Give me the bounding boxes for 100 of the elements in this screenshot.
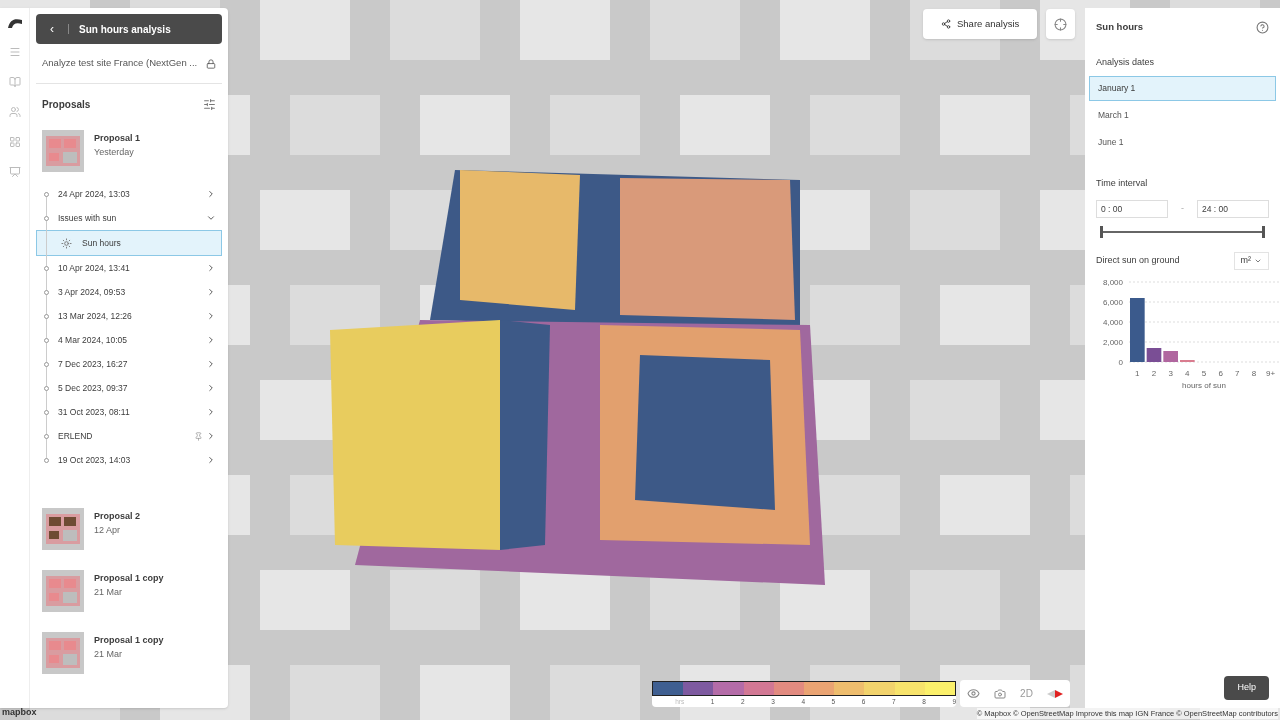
timeline-item[interactable]: ERLEND [36,424,222,448]
analysis-item[interactable]: Sun hours [36,230,222,256]
axis-tick-label: 2,000 [1102,338,1123,347]
back-button[interactable]: ‹ [46,20,58,38]
caret-icon [1254,257,1262,265]
axis-tick-label: 6 [1218,369,1223,378]
help-icon[interactable] [1256,20,1269,34]
axis-title: hours of sun [1182,381,1226,390]
timeline-label: 31 Oct 2023, 08:11 [58,405,131,419]
compass-icon[interactable] [1046,689,1063,698]
analysis-label: Sun hours [82,236,121,250]
chevron-right-icon[interactable] [206,359,216,369]
timeline-label: 7 Dec 2023, 16:27 [58,357,129,371]
chevron-right-icon[interactable] [206,431,216,441]
proposal-item[interactable]: Proposal 1 Yesterday [36,124,222,178]
help-button[interactable]: Help [1224,676,1269,700]
proposal-date: Yesterday [94,145,135,159]
chevron-right-icon[interactable] [206,311,216,321]
start-time-field[interactable]: 0 : 00 [1096,200,1168,218]
panel-title: Sun hours [1096,19,1143,34]
axis-tick-label: 9+ [1266,369,1276,378]
axis-tick-label: 4 [1185,369,1190,378]
proposal-thumbnail [42,508,84,550]
chevron-right-icon[interactable] [206,263,216,273]
filter-icon[interactable] [203,97,216,111]
share-icon [941,19,951,29]
chevron-right-icon[interactable] [206,383,216,393]
proposal-thumbnail [42,130,84,172]
menu-icon[interactable] [8,46,21,58]
timeline-label: 24 Apr 2024, 13:03 [58,187,131,201]
presentation-icon[interactable] [8,166,21,178]
proposal-thumbnail [42,632,84,674]
timeline-label: 4 Mar 2024, 10:05 [58,333,128,347]
axis-tick-label: 5 [1201,369,1207,378]
locate-button[interactable] [1046,9,1075,39]
timeline-item[interactable]: 31 Oct 2023, 08:11 [36,400,222,424]
timeline-label: 5 Dec 2023, 09:37 [58,381,129,395]
range-slider[interactable] [1100,226,1265,238]
end-time-field[interactable]: 24 : 00 [1197,200,1269,218]
timeline-item[interactable]: 24 Apr 2024, 13:03 [36,182,222,206]
axis-tick-label: 6,000 [1102,298,1123,307]
pin-icon[interactable] [194,431,203,441]
grid-icon[interactable] [8,136,21,148]
timeline-label: Issues with sun [58,211,118,225]
sun-icon [61,237,72,249]
proposal-name: Proposal 1 copy [94,572,164,585]
people-icon[interactable] [8,106,21,118]
lock-icon[interactable] [206,58,216,69]
date-option[interactable]: January 1 [1089,75,1276,101]
axis-tick-label: 8 [1251,369,1257,378]
project-name: Analyze test site France (NextGen ... [42,56,198,71]
proposal-item[interactable]: Proposal 1 copy 21 Mar [36,626,222,680]
camera-icon[interactable] [994,687,1007,700]
slider-handle[interactable] [1100,226,1103,238]
section-heading: Proposals [42,97,91,112]
range-separator: - [1180,202,1185,216]
timeline-item[interactable]: 5 Dec 2023, 09:37 [36,376,222,400]
timeline-label: 3 Apr 2024, 09:53 [58,285,127,299]
timeline-item[interactable]: 19 Oct 2023, 14:03 [36,448,222,472]
proposal-item[interactable]: Proposal 2 12 Apr [36,502,222,556]
axis-tick-label: 2 [1151,369,1157,378]
axis-tick-label: 3 [1168,369,1173,378]
date-option[interactable]: March 1 [1089,102,1276,128]
chevron-right-icon[interactable] [206,287,216,297]
timeline-item[interactable]: 4 Mar 2024, 10:05 [36,328,222,352]
section-heading: Time interval [1095,176,1149,190]
timeline-label: 10 Apr 2024, 13:41 [58,261,131,275]
proposal-date: 21 Mar [94,585,123,599]
crosshair-icon [1054,17,1067,31]
timeline-item[interactable]: 3 Apr 2024, 09:53 [36,280,222,304]
eye-icon[interactable] [967,687,980,700]
section-heading: Direct sun on ground [1096,254,1180,268]
timeline-item[interactable]: Issues with sun [36,206,222,230]
timeline-item[interactable]: 7 Dec 2023, 16:27 [36,352,222,376]
share-button[interactable]: Share analysis [923,9,1038,39]
book-icon[interactable] [8,76,21,88]
panel-title: Sun hours analysis [79,22,171,37]
unit-dropdown[interactable]: m² [1233,252,1269,270]
axis-tick-label: 7 [1235,369,1240,378]
proposal-thumbnail [42,570,84,612]
timeline-label: ERLEND [58,429,94,443]
chevron-right-icon[interactable] [206,189,216,199]
timeline-label: 19 Oct 2023, 14:03 [58,453,132,467]
axis-tick-label: 4,000 [1102,318,1123,327]
chevron-down-icon[interactable] [206,213,216,223]
proposal-name: Proposal 1 [94,132,140,145]
proposal-item[interactable]: Proposal 1 copy 21 Mar [36,564,222,618]
axis-tick-label: 1 [1135,369,1140,378]
proposal-date: 21 Mar [94,647,123,661]
timeline-label: 13 Mar 2024, 12:26 [58,309,133,323]
proposal-name: Proposal 1 copy [94,634,164,647]
chevron-right-icon[interactable] [206,335,216,345]
chevron-right-icon[interactable] [206,455,216,465]
logo-icon [7,18,22,28]
timeline-item[interactable]: 13 Mar 2024, 12:26 [36,304,222,328]
proposal-name: Proposal 2 [94,510,140,523]
date-option[interactable]: June 1 [1089,129,1276,155]
slider-handle[interactable] [1262,226,1265,238]
timeline-item[interactable]: 10 Apr 2024, 13:41 [36,256,222,280]
chevron-right-icon[interactable] [206,407,216,417]
